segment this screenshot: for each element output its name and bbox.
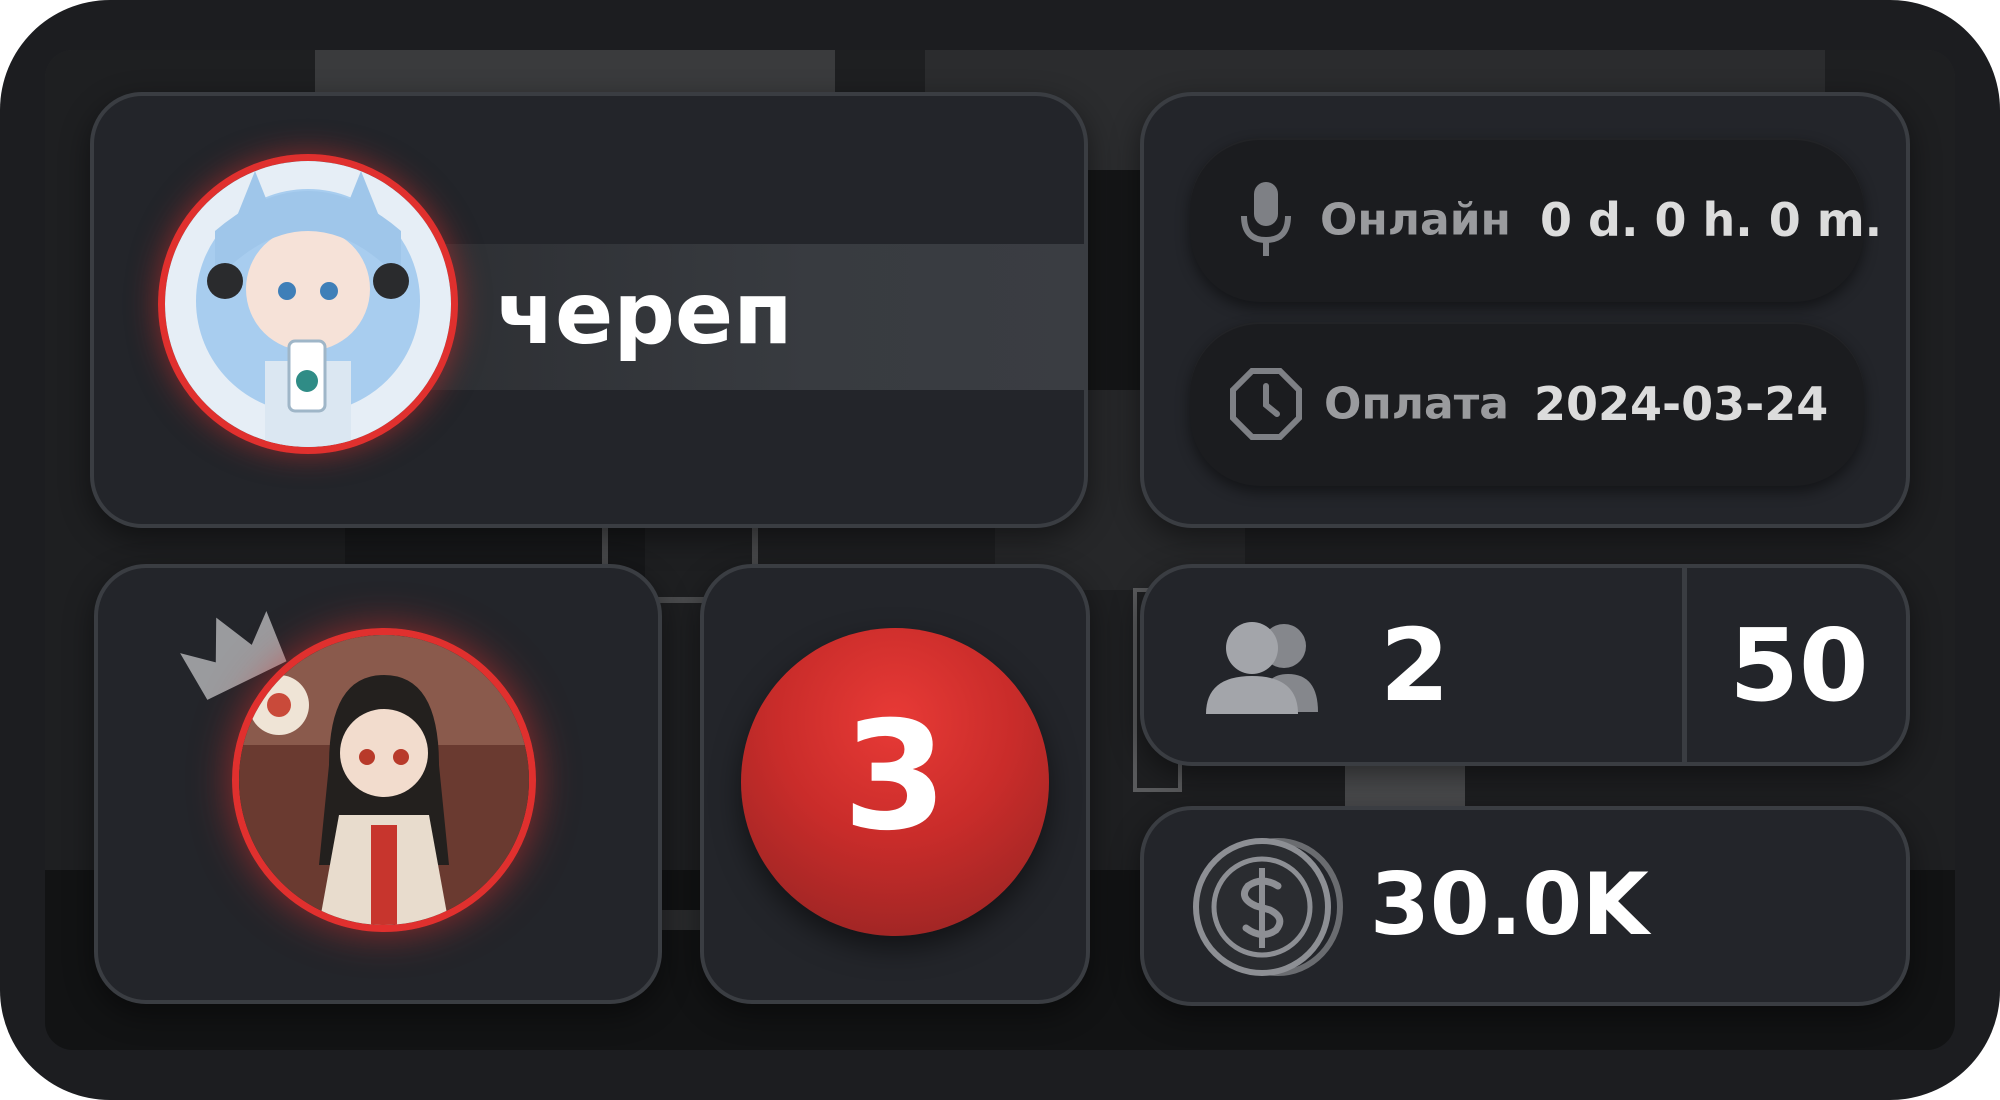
rank-value: 3 — [842, 690, 948, 864]
rank-card: 3 — [700, 564, 1090, 1004]
owner-avatar[interactable] — [232, 628, 536, 932]
avatar-illustration-dark-hair — [239, 635, 529, 925]
coin-dollar-icon — [1193, 838, 1343, 976]
members-card: 2 50 — [1140, 564, 1910, 766]
rank-badge: 3 — [741, 628, 1049, 936]
online-time-row: Онлайн 0 d. 0 h. 0 m. — [1190, 138, 1882, 302]
payment-label: Оплата — [1324, 378, 1509, 430]
users-group-icon — [1206, 622, 1318, 714]
members-divider — [1682, 568, 1687, 762]
members-current: 2 — [1380, 607, 1450, 724]
profile-card: череп — [90, 92, 1088, 528]
owner-card — [94, 564, 662, 1004]
clock-octagon-icon — [1230, 368, 1302, 440]
avatar-illustration-blue-hair — [165, 161, 451, 447]
balance-value: 30.0K — [1370, 855, 1649, 955]
microphone-icon — [1241, 182, 1291, 256]
payment-value: 2024-03-24 — [1534, 377, 1829, 431]
payment-row: Оплата 2024-03-24 — [1190, 322, 1864, 486]
online-value: 0 d. 0 h. 0 m. — [1540, 193, 1883, 247]
balance-card: 30.0K — [1140, 806, 1910, 1006]
profile-avatar[interactable] — [158, 154, 458, 454]
username: череп — [496, 264, 793, 364]
stats-card: Онлайн 0 d. 0 h. 0 m. Оплата 2024-03-24 — [1140, 92, 1910, 528]
online-label: Онлайн — [1320, 194, 1511, 246]
members-limit: 50 — [1729, 607, 1869, 724]
